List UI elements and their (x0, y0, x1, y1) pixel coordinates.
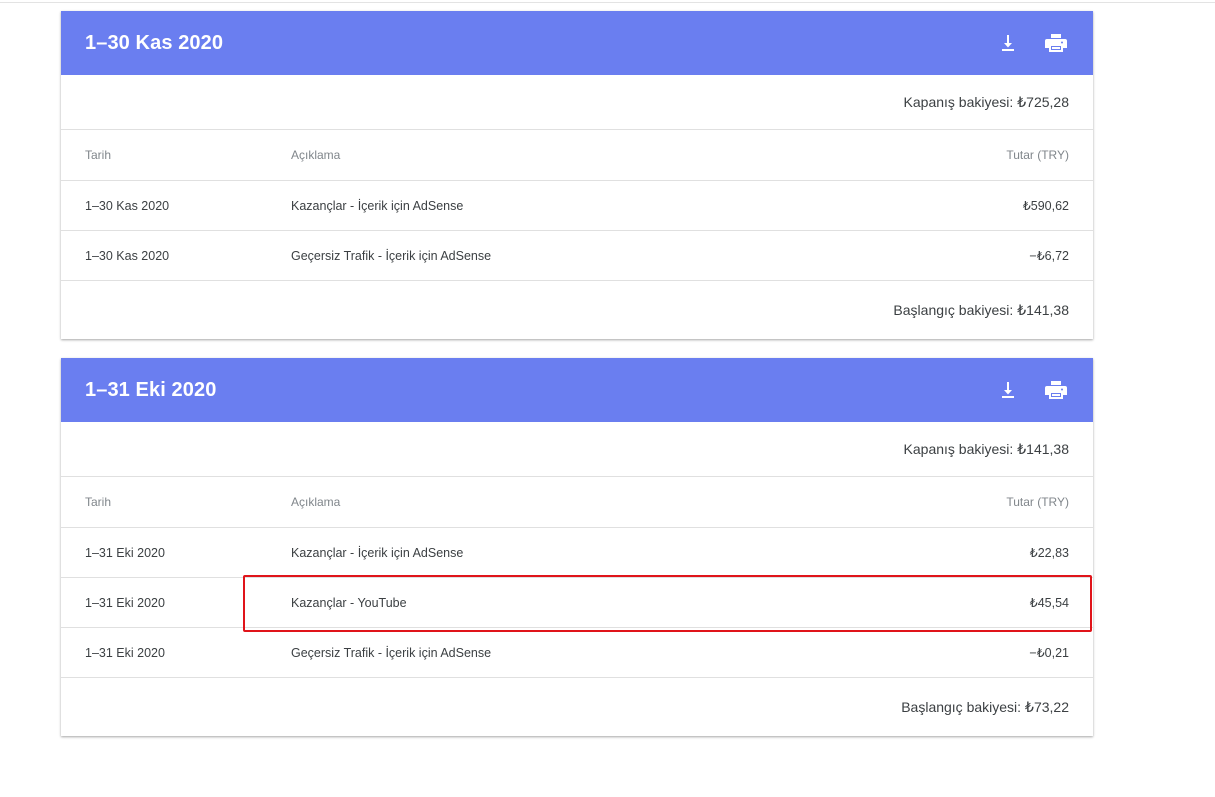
table-row: 1–31 Eki 2020 Kazançlar - İçerik için Ad… (61, 528, 1093, 578)
row-amount: ₺22,83 (1029, 546, 1069, 560)
statement-header: 1–31 Eki 2020 (61, 358, 1093, 422)
print-icon[interactable] (1043, 30, 1069, 56)
column-header-date: Tarih (85, 495, 112, 509)
column-header-date: Tarih (85, 148, 112, 162)
header-actions (995, 11, 1069, 75)
statement-title: 1–31 Eki 2020 (85, 378, 217, 401)
opening-balance: Başlangıç bakiyesi: ₺73,22 (61, 678, 1093, 736)
opening-balance-label: Başlangıç bakiyesi: (893, 302, 1014, 318)
row-description: Kazançlar - YouTube (291, 595, 407, 610)
column-header-description: Açıklama (291, 148, 341, 162)
row-description: Kazançlar - İçerik için AdSense (291, 198, 464, 213)
top-divider (0, 2, 1215, 3)
row-description: Geçersiz Trafik - İçerik için AdSense (291, 248, 492, 263)
table-row: 1–31 Eki 2020 Kazançlar - YouTube ₺45,54 (61, 578, 1093, 628)
column-header-amount: Tutar (TRY) (1006, 495, 1069, 509)
table-row: 1–30 Kas 2020 Geçersiz Trafik - İçerik i… (61, 231, 1093, 281)
statement-card-october: 1–31 Eki 2020 Kapanış bakiyesi: ₺141,38 … (61, 358, 1093, 736)
table-header: Tarih Açıklama Tutar (TRY) (61, 477, 1093, 528)
row-date: 1–31 Eki 2020 (85, 645, 165, 660)
table-row: 1–31 Eki 2020 Geçersiz Trafik - İçerik i… (61, 628, 1093, 678)
opening-balance: Başlangıç bakiyesi: ₺141,38 (61, 281, 1093, 339)
column-header-amount: Tutar (TRY) (1006, 148, 1069, 162)
statement-header: 1–30 Kas 2020 (61, 11, 1093, 75)
closing-balance: Kapanış bakiyesi: ₺141,38 (61, 422, 1093, 477)
statement-title: 1–30 Kas 2020 (85, 31, 224, 54)
statement-card-november: 1–30 Kas 2020 Kapanış bakiyesi: ₺725,28 … (61, 11, 1093, 339)
closing-balance-value: ₺141,38 (1017, 440, 1069, 457)
table-header: Tarih Açıklama Tutar (TRY) (61, 130, 1093, 181)
closing-balance-value: ₺725,28 (1017, 93, 1069, 110)
row-date: 1–30 Kas 2020 (85, 198, 170, 213)
opening-balance-value: ₺141,38 (1017, 301, 1069, 318)
row-amount: −₺0,21 (1029, 646, 1069, 660)
column-header-description: Açıklama (291, 495, 341, 509)
print-icon[interactable] (1043, 377, 1069, 403)
header-actions (995, 358, 1069, 422)
row-amount: ₺45,54 (1029, 596, 1069, 610)
download-icon[interactable] (995, 377, 1021, 403)
row-date: 1–31 Eki 2020 (85, 545, 165, 560)
closing-balance-label: Kapanış bakiyesi: (903, 441, 1014, 457)
opening-balance-value: ₺73,22 (1025, 698, 1069, 715)
opening-balance-label: Başlangıç bakiyesi: (901, 699, 1022, 715)
row-date: 1–30 Kas 2020 (85, 248, 170, 263)
closing-balance: Kapanış bakiyesi: ₺725,28 (61, 75, 1093, 130)
table-row: 1–30 Kas 2020 Kazançlar - İçerik için Ad… (61, 181, 1093, 231)
row-amount: ₺590,62 (1022, 199, 1069, 213)
download-icon[interactable] (995, 30, 1021, 56)
row-date: 1–31 Eki 2020 (85, 595, 165, 610)
row-description: Geçersiz Trafik - İçerik için AdSense (291, 645, 492, 660)
row-description: Kazançlar - İçerik için AdSense (291, 545, 464, 560)
closing-balance-label: Kapanış bakiyesi: (903, 94, 1014, 110)
row-amount: −₺6,72 (1029, 249, 1069, 263)
